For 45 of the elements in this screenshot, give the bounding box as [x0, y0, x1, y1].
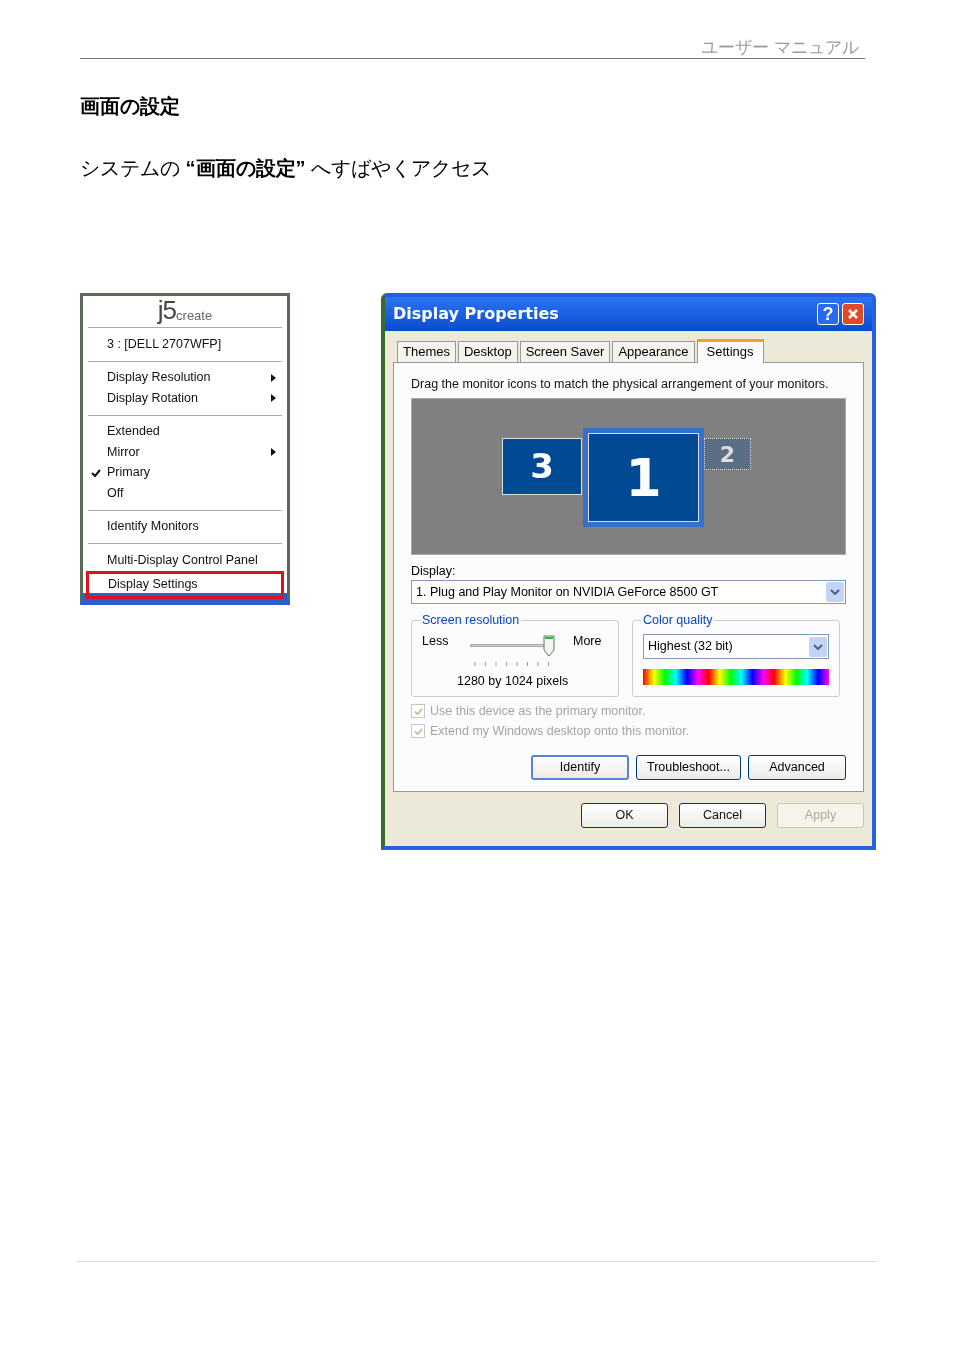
tab[interactable]: Desktop	[457, 341, 518, 362]
menu-item[interactable]: Extended	[88, 421, 282, 442]
tab[interactable]: Themes	[397, 341, 456, 362]
title-bar: Display Properties ?	[385, 297, 872, 331]
slider-label: More	[573, 633, 602, 649]
panel-button[interactable]: Identify	[531, 755, 629, 780]
instruction-text: Drag the monitor icons to match the physical arrangement of your monitors.	[411, 376, 829, 392]
menu-item[interactable]: Primary	[88, 462, 282, 483]
menu-item[interactable]: Display Settings	[86, 570, 284, 599]
submenu-arrow-icon	[271, 448, 276, 457]
display-dropdown[interactable]: 1. Plug and Play Monitor on NVIDIA GeForce 8500 GT	[411, 580, 846, 604]
group-legend: Color quality	[641, 612, 715, 628]
panel-button[interactable]: Troubleshoot...	[636, 755, 741, 780]
tab[interactable]: Appearance	[612, 341, 695, 362]
slider-thumb[interactable]	[543, 635, 555, 657]
close-icon	[847, 308, 859, 320]
check-icon	[91, 467, 101, 478]
menu-item[interactable]: Mirror	[88, 442, 282, 463]
header-title: ユーザー マニュアル	[700, 36, 860, 58]
checkbox-label: Extend my Windows desktop onto this monitor.	[430, 723, 690, 739]
monitor-icon[interactable]: 2	[704, 438, 751, 470]
panel-button[interactable]: Advanced	[748, 755, 846, 780]
close-button[interactable]	[842, 303, 864, 325]
submenu-arrow-icon	[271, 394, 276, 403]
intro-text: システムの “画面の設定” へすばやくアクセス	[80, 156, 492, 181]
tab[interactable]: Screen Saver	[519, 341, 611, 362]
tab[interactable]: Settings	[696, 339, 764, 363]
color-dropdown[interactable]: Highest (32 bit)	[643, 634, 829, 659]
menu-item[interactable]: Multi-Display Control Panel	[88, 550, 282, 571]
menu-item[interactable]: Display Resolution	[88, 367, 282, 388]
checkbox-label: Use this device as the primary monitor.	[430, 703, 646, 719]
dialog-button[interactable]: OK	[581, 803, 668, 828]
menu-item[interactable]: 3 : [DELL 2707WFP]	[88, 334, 282, 355]
field-label: Display:	[411, 563, 456, 579]
monitor-icon[interactable]: 3	[502, 438, 582, 495]
section-heading: 画面の設定	[80, 94, 180, 119]
menu-item[interactable]: Identify Monitors	[88, 516, 282, 537]
dialog-button[interactable]: Cancel	[679, 803, 766, 828]
submenu-arrow-icon	[271, 373, 276, 382]
logo: j5create	[157, 296, 213, 324]
slider-label: Less	[422, 633, 449, 649]
menu-item[interactable]: Off	[88, 483, 282, 504]
resolution-reading: 1280 by 1024 pixels	[457, 673, 569, 689]
help-button[interactable]: ?	[817, 303, 839, 325]
menu-item[interactable]: Display Rotation	[88, 388, 282, 409]
